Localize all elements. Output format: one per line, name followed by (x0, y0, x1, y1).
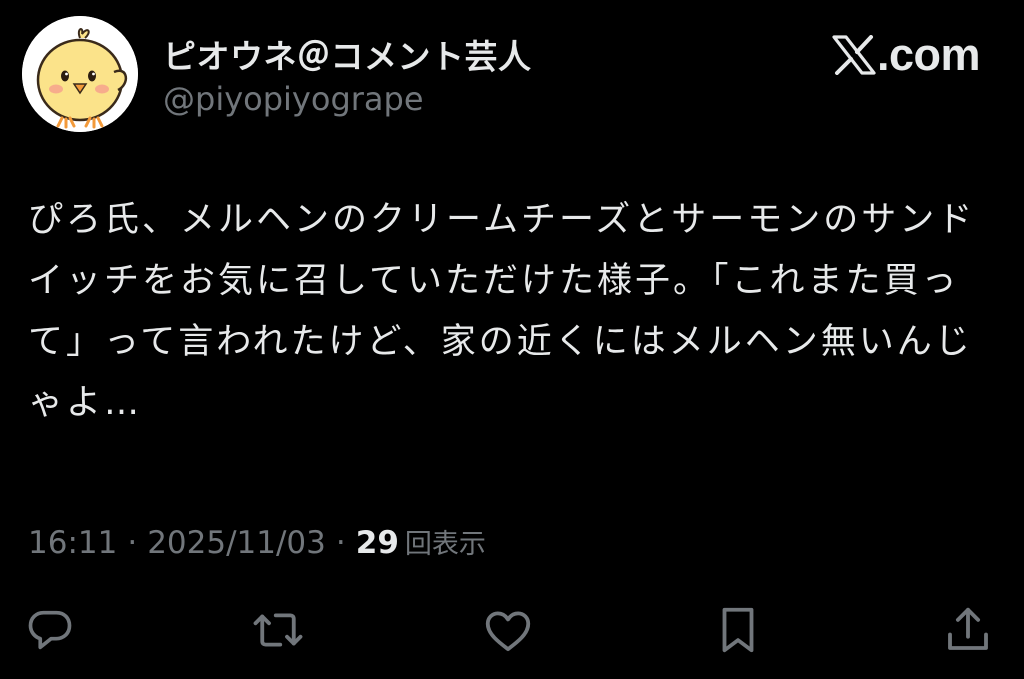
views-label: 回表示 (404, 529, 486, 560)
tweet-meta: 16:11 · 2025/11/03 · 29 回表示 (28, 522, 486, 561)
views-count: 29 (355, 525, 399, 561)
x-logo-icon (832, 34, 876, 75)
tweet-date[interactable]: 2025/11/03 (147, 525, 326, 561)
repost-icon (253, 613, 303, 647)
chick-avatar-icon (22, 16, 138, 132)
repost-button[interactable] (248, 600, 308, 660)
site-badge: .com (832, 29, 981, 80)
like-icon (485, 611, 531, 652)
bookmark-button[interactable] (708, 600, 768, 660)
meta-separator: · (127, 525, 138, 561)
tweet-time[interactable]: 16:11 (28, 525, 117, 561)
avatar[interactable] (22, 16, 138, 132)
share-button[interactable] (938, 600, 998, 660)
author-display-name[interactable]: ピオウネ＠コメント芸人 (163, 30, 532, 78)
like-button[interactable] (478, 600, 538, 660)
reply-button[interactable] (20, 600, 80, 660)
meta-separator: · (335, 525, 346, 561)
reply-icon (28, 610, 72, 650)
tweet-text: ぴろ氏、メルヘンのクリームチーズとサーモンのサンドイッチをお気に召していただけた… (28, 200, 976, 423)
site-label: .com (876, 29, 981, 80)
action-bar (0, 600, 1024, 660)
author-handle[interactable]: @piyopiyogrape (163, 80, 424, 118)
share-icon (948, 607, 988, 650)
bookmark-icon (722, 607, 754, 653)
